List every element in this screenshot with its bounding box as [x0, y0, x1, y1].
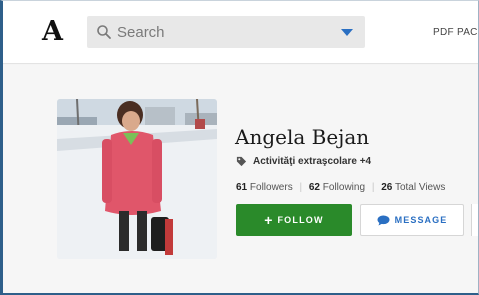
chevron-down-icon[interactable]: [341, 29, 353, 36]
nav-link-pdf-pack[interactable]: PDF PACK: [433, 27, 478, 38]
search-icon: [97, 25, 111, 39]
browser-frame: A PDF PACK: [0, 0, 479, 295]
views-label: Total Views: [394, 182, 446, 193]
chat-bubble-icon: [377, 215, 390, 225]
profile-section: Angela Bejan Activităţi extraşcolare +4 …: [3, 65, 478, 293]
message-label: MESSAGE: [394, 215, 448, 225]
profile-name: Angela Bejan: [235, 125, 370, 149]
following-label[interactable]: Following: [323, 182, 365, 193]
site-logo[interactable]: A: [42, 15, 63, 49]
followers-label[interactable]: Followers: [250, 182, 293, 193]
follow-button[interactable]: + FOLLOW: [236, 204, 352, 236]
views-count: 26: [381, 182, 393, 193]
tag-label: Activităţi extraşcolare +4: [253, 156, 372, 167]
search-input[interactable]: [117, 16, 327, 48]
following-count: 62: [308, 182, 320, 193]
more-options-button[interactable]: [471, 204, 478, 236]
followers-count: 61: [236, 182, 248, 193]
follow-label: FOLLOW: [277, 215, 324, 225]
profile-stats: 61 Followers | 62 Following | 26 Total V…: [236, 182, 445, 193]
avatar: [57, 99, 217, 259]
plus-icon: +: [264, 212, 273, 228]
stats-divider: |: [299, 182, 303, 193]
stats-divider: |: [371, 182, 375, 193]
message-button[interactable]: MESSAGE: [360, 204, 464, 236]
search-bar[interactable]: [87, 16, 365, 48]
profile-tags[interactable]: Activităţi extraşcolare +4: [236, 156, 371, 167]
top-navigation-bar: A PDF PACK: [3, 1, 478, 64]
tag-icon: [236, 156, 247, 167]
